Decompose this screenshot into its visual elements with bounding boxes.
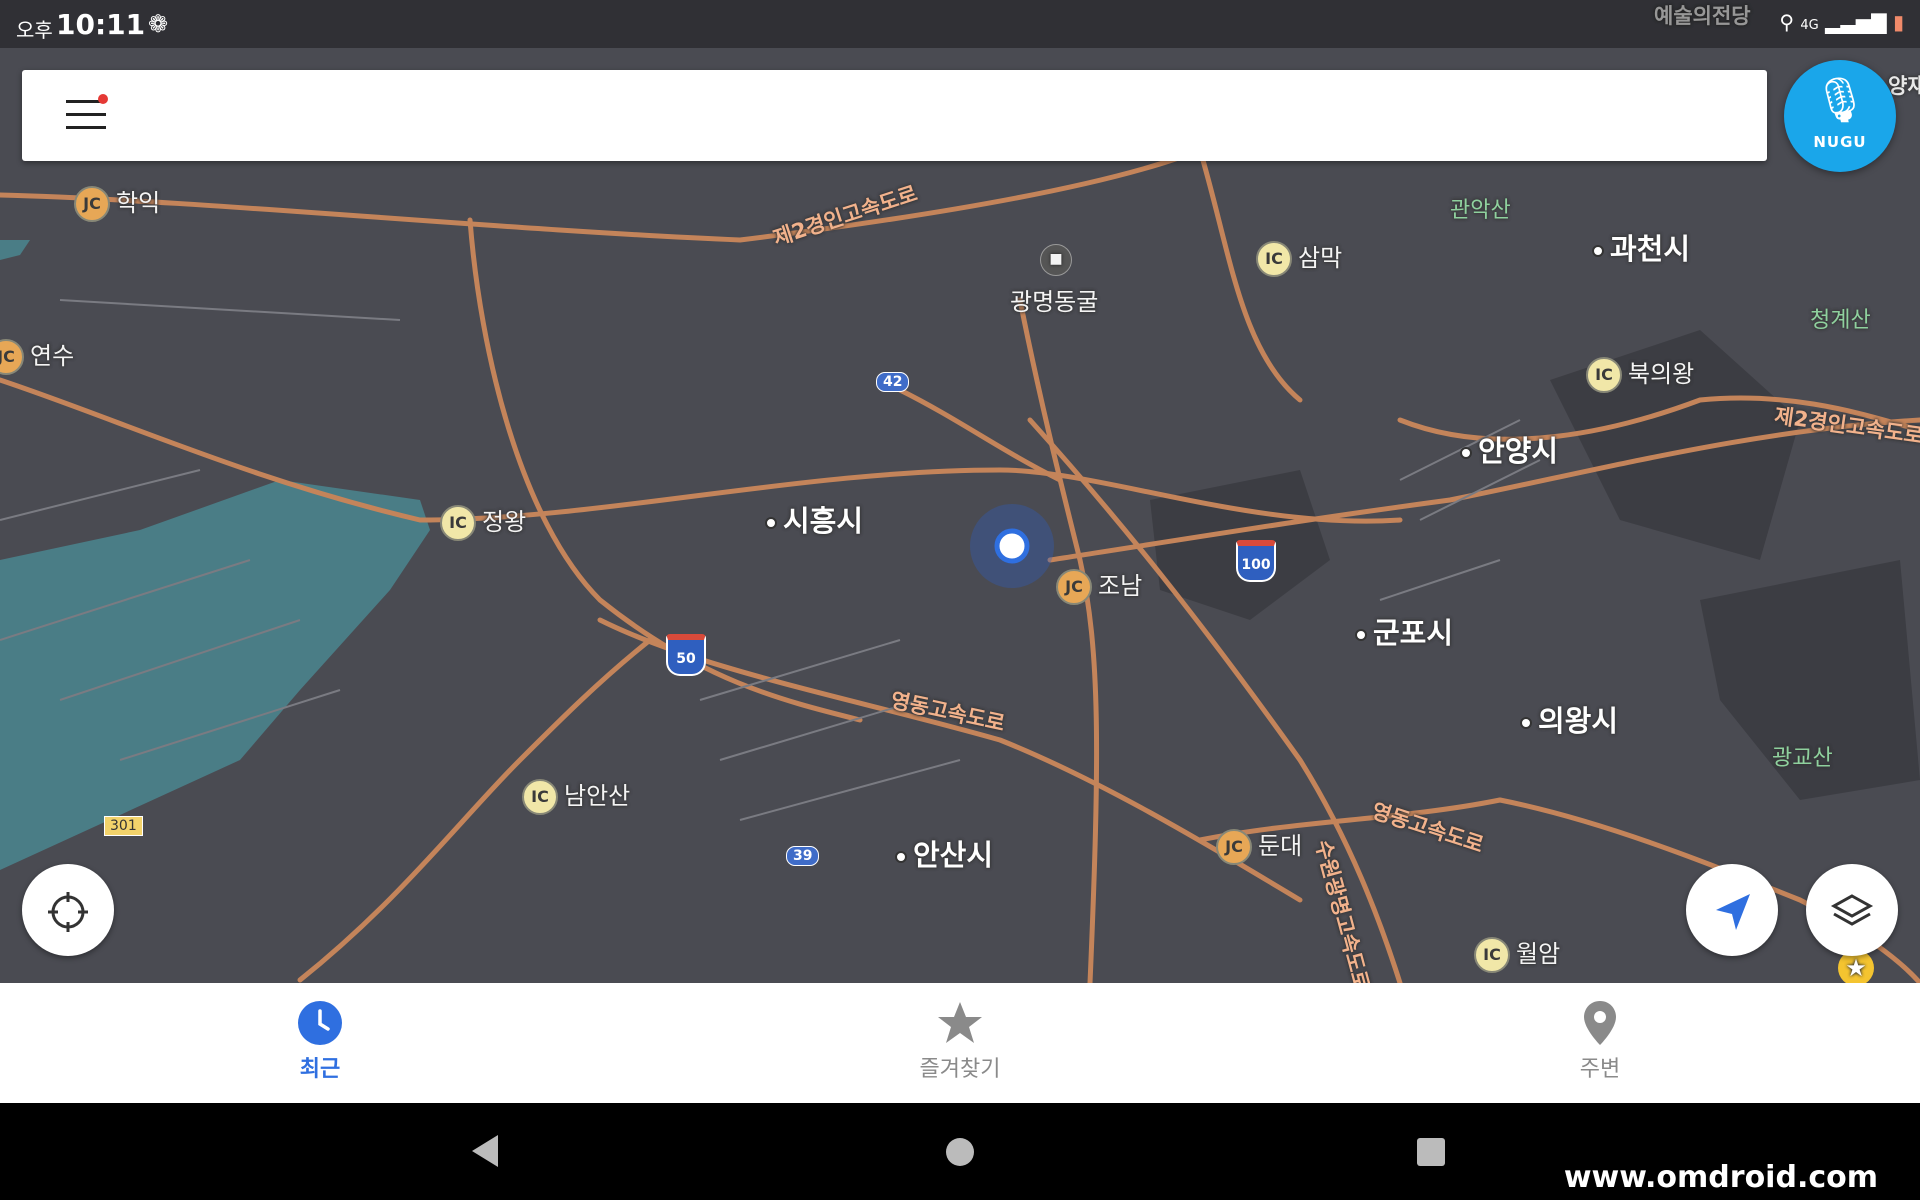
- back-icon[interactable]: [470, 1133, 500, 1169]
- status-icons: ⚲ 4G ▂▃▅▇ ▮: [1779, 10, 1904, 34]
- interchange-sammak[interactable]: IC 삼막: [1256, 238, 1342, 277]
- navigation-arrow-icon: [1716, 894, 1750, 930]
- tab-label: 즐겨찾기: [919, 1057, 1001, 1082]
- network-label: 4G: [1800, 18, 1819, 33]
- status-bar: 오후 10:11 ❁ ⚲ 4G ▂▃▅▇ ▮: [0, 0, 1920, 48]
- battery-icon: ▮: [1892, 10, 1904, 34]
- signal-icon: ▂▃▅▇: [1825, 10, 1887, 34]
- clock-icon: [298, 1001, 342, 1045]
- route-badge: 39: [786, 846, 820, 866]
- mountain-label-gwanak[interactable]: 관악산: [1450, 192, 1511, 224]
- home-icon[interactable]: [945, 1137, 975, 1167]
- highway-shield: 100: [1236, 540, 1276, 582]
- recents-icon[interactable]: [1416, 1137, 1446, 1167]
- mountain-label-gwanggyo[interactable]: 광교산: [1772, 740, 1833, 772]
- star-icon: [938, 1002, 982, 1043]
- mountain-label-cheonggye[interactable]: 청계산: [1810, 302, 1871, 334]
- city-label-gwacheon[interactable]: 과천시: [1592, 226, 1690, 268]
- city-label-uiwang[interactable]: 의왕시: [1520, 698, 1618, 740]
- status-time: 10:11: [56, 8, 146, 41]
- landmark-label[interactable]: 광명동굴: [1010, 282, 1098, 317]
- tab-label: 주변: [1579, 1057, 1621, 1082]
- interchange-jeongwang[interactable]: IC 정왕: [440, 502, 526, 541]
- interchange-bukuiwang[interactable]: IC 북의왕: [1586, 354, 1694, 393]
- tab-nearby[interactable]: 주변: [1280, 983, 1920, 1103]
- nugu-label: NUGU: [1813, 133, 1867, 151]
- route-badge: 301: [104, 816, 143, 836]
- interchange-jonam[interactable]: JC 조남: [1056, 566, 1142, 605]
- bottom-navigation: 최근 즐겨찾기 주변: [0, 983, 1920, 1103]
- interchange-wolam[interactable]: IC 월암: [1474, 934, 1560, 973]
- city-label-anyang[interactable]: 안양시: [1460, 428, 1558, 470]
- interchange-dundae[interactable]: JC 둔대: [1216, 826, 1302, 865]
- crosshair-icon: [48, 892, 88, 932]
- city-label-gunpo[interactable]: 군포시: [1355, 610, 1453, 652]
- map-layers-button[interactable]: [1806, 864, 1898, 956]
- tab-favorites[interactable]: 즐겨찾기: [640, 983, 1280, 1103]
- microphone-icon: 🎙: [1812, 75, 1868, 126]
- landmark-icon: ■: [1040, 244, 1072, 276]
- menu-icon[interactable]: [66, 94, 108, 134]
- tab-recent[interactable]: 최근: [0, 983, 640, 1103]
- city-label-siheung[interactable]: 시흥시: [765, 498, 863, 540]
- watermark: www.omdroid.com: [1563, 1160, 1878, 1195]
- city-label-ansan[interactable]: 안산시: [895, 832, 993, 874]
- interchange-namansan[interactable]: IC 남안산: [522, 776, 630, 815]
- search-bar[interactable]: [22, 70, 1767, 161]
- layers-icon: [1830, 894, 1874, 926]
- locate-me-button[interactable]: [22, 864, 114, 956]
- nugu-voice-button[interactable]: 🎙 NUGU: [1784, 60, 1896, 172]
- location-pin-icon: [1584, 1001, 1616, 1045]
- navigation-button[interactable]: [1686, 864, 1778, 956]
- interchange-yeonsu[interactable]: JC 연수: [0, 336, 74, 375]
- route-badge: 42: [876, 372, 910, 392]
- location-icon: ⚲: [1779, 10, 1795, 34]
- camera-icon: ❁: [148, 10, 169, 38]
- highway-shield: 50: [666, 634, 706, 676]
- interchange-hagik[interactable]: JC 학익: [74, 183, 160, 222]
- search-input[interactable]: [142, 90, 1726, 142]
- tab-label: 최근: [299, 1057, 341, 1082]
- notification-dot: [98, 94, 108, 104]
- status-ampm: 오후: [16, 18, 53, 42]
